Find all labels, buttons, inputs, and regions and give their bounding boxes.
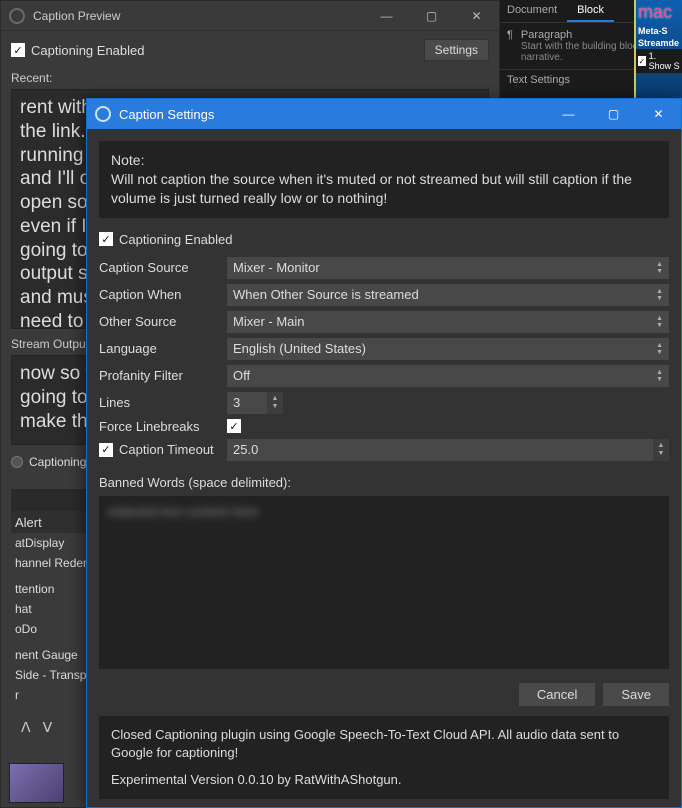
check-icon: ✓ [638,56,646,66]
banned-words-textarea[interactable]: redacted text content here [99,496,669,670]
maximize-button[interactable]: ▢ [591,99,636,129]
minimize-button[interactable]: — [546,99,591,129]
spinner-icon[interactable]: ▲▼ [653,439,669,461]
move-up-button[interactable]: ᐱ [21,719,31,736]
caption-source-select[interactable]: Mixer - Monitor ▲▼ [227,257,669,279]
save-button[interactable]: Save [603,683,669,706]
caption-source-label: Caption Source [99,260,227,275]
caption-when-label: Caption When [99,287,227,302]
spinner-icon[interactable]: ▲▼ [267,392,283,414]
show-checkbox[interactable]: ✓ 1. Show S [636,49,682,73]
recent-label: Recent: [11,71,489,85]
tab-block[interactable]: Block [567,0,614,22]
preview-thumbnail [9,763,64,803]
caption-timeout-checkbox[interactable]: ✓ [99,443,113,457]
other-source-label: Other Source [99,314,227,329]
app-icon [95,106,111,122]
caption-timeout-label: Caption Timeout [119,442,214,457]
profanity-filter-select[interactable]: Off ▲▼ [227,365,669,387]
language-label: Language [99,341,227,356]
note-box: Note: Will not caption the source when i… [99,141,669,218]
logo-text: mac [636,0,682,25]
chevron-updown-icon: ▲▼ [656,369,663,383]
minimize-button[interactable]: — [364,1,409,31]
chevron-updown-icon: ▲▼ [656,261,663,275]
chevron-updown-icon: ▲▼ [656,342,663,356]
captioning-enabled-label: Captioning Enabled [119,232,232,247]
close-button[interactable]: ✕ [636,99,681,129]
note-heading: Note: [111,151,657,170]
footer-info: Closed Captioning plugin using Google Sp… [99,716,669,799]
banned-words-label: Banned Words (space delimited): [99,475,669,490]
window-title: Caption Preview [33,9,364,23]
status-dot-icon [11,456,23,468]
tab-document[interactable]: Document [497,0,567,22]
cancel-button[interactable]: Cancel [519,683,595,706]
force-linebreaks-label: Force Linebreaks [99,419,227,434]
caption-settings-window: Caption Settings — ▢ ✕ Note: Will not ca… [86,98,682,808]
caption-when-select[interactable]: When Other Source is streamed ▲▼ [227,284,669,306]
maximize-button[interactable]: ▢ [409,1,454,31]
app-icon [9,8,25,24]
profanity-filter-label: Profanity Filter [99,368,227,383]
captioning-enabled-checkbox[interactable]: ✓ [99,232,113,246]
streamdeck-tile: mac Meta-S Streamde ✓ 1. Show S [634,0,682,100]
force-linebreaks-checkbox[interactable]: ✓ [227,419,241,433]
titlebar: Caption Preview — ▢ ✕ [1,1,499,31]
close-button[interactable]: ✕ [454,1,499,31]
titlebar: Caption Settings — ▢ ✕ [87,99,681,129]
other-source-select[interactable]: Mixer - Main ▲▼ [227,311,669,333]
captioning-enabled-checkbox[interactable]: ✓ Captioning Enabled [11,43,144,58]
language-select[interactable]: English (United States) ▲▼ [227,338,669,360]
chevron-updown-icon: ▲▼ [656,288,663,302]
caption-timeout-stepper[interactable]: 25.0 ▲▼ [227,439,669,461]
move-down-button[interactable]: ᐯ [43,719,53,736]
lines-stepper[interactable]: 3 ▲▼ [227,392,669,414]
note-body: Will not caption the source when it's mu… [111,170,657,208]
window-title: Caption Settings [119,107,546,122]
paragraph-icon: ¶ [507,29,513,41]
check-icon: ✓ [11,43,25,57]
chevron-updown-icon: ▲▼ [656,315,663,329]
lines-label: Lines [99,395,227,410]
settings-button[interactable]: Settings [424,39,489,61]
